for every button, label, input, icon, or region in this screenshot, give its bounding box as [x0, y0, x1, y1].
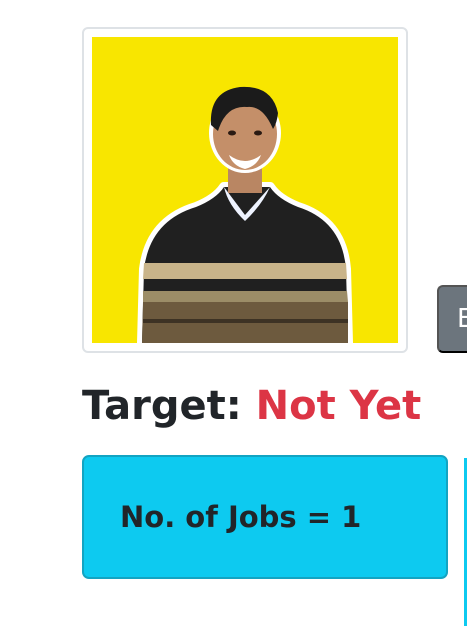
target-heading: Target: Not Yet — [82, 380, 421, 432]
jobs-count-text: No. of Jobs = 1 — [120, 500, 362, 534]
target-status: Not Yet — [255, 383, 422, 429]
target-label: Target: — [82, 383, 256, 429]
side-action-button[interactable]: E — [437, 285, 467, 353]
jobs-count-card: No. of Jobs = 1 — [82, 455, 448, 579]
profile-photo — [92, 37, 398, 343]
page: Target: Not Yet No. of Jobs = 1 E — [0, 0, 467, 626]
profile-photo-frame — [82, 27, 408, 353]
side-action-button-label: E — [457, 304, 467, 334]
